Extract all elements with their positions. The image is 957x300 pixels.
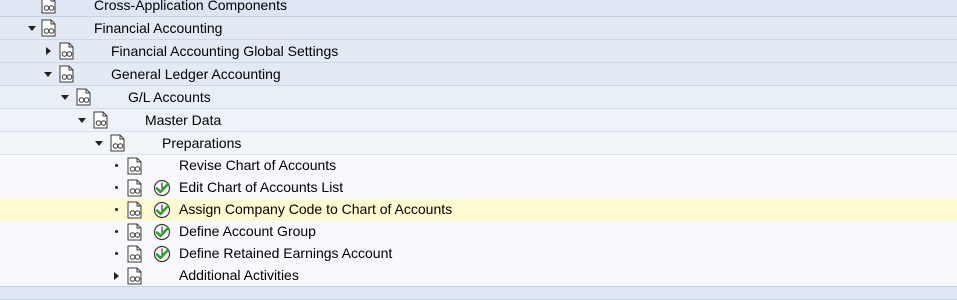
document-icon [109, 134, 127, 152]
document-icon[interactable] [126, 157, 144, 175]
document-icon [58, 42, 76, 60]
document-icon [58, 65, 76, 83]
tree-node-label: Assign Company Code to Chart of Accounts [179, 201, 453, 217]
expand-arrow-icon[interactable] [43, 40, 53, 62]
document-icon[interactable] [126, 223, 144, 241]
document-icon[interactable] [126, 201, 144, 219]
document-icon [40, 0, 58, 14]
tree-node-additional-activities[interactable]: Additional Activities [0, 265, 957, 287]
tree-node-define-account-group[interactable]: Define Account Group [0, 221, 957, 243]
tree-node-financial-accounting[interactable]: Financial Accounting [0, 17, 957, 40]
document-icon[interactable] [126, 245, 144, 263]
document-icon[interactable] [126, 179, 144, 197]
collapse-arrow-icon[interactable] [60, 86, 70, 108]
tree-node-edit-chart-list[interactable]: Edit Chart of Accounts List [0, 177, 957, 199]
tree-node-preparations[interactable]: Preparations [0, 132, 957, 155]
tree-node-next-partial [0, 287, 957, 300]
tree-node-gl-accounts[interactable]: G/L Accounts [0, 86, 957, 109]
tree-node-label: Master Data [145, 112, 222, 128]
document-icon [75, 88, 93, 106]
tree-node-label: Financial Accounting Global Settings [111, 43, 339, 59]
img-structure-tree: Cross-Application Components Financial A… [0, 0, 957, 300]
tree-node-define-retained-earnings[interactable]: Define Retained Earnings Account [0, 243, 957, 265]
bullet-icon [111, 177, 121, 198]
tree-node-revise-chart[interactable]: Revise Chart of Accounts [0, 155, 957, 177]
collapse-arrow-icon[interactable] [43, 63, 53, 85]
tree-node-general-ledger[interactable]: General Ledger Accounting [0, 63, 957, 86]
tree-node-label: Define Account Group [179, 223, 316, 239]
execute-clock-icon[interactable] [153, 179, 171, 197]
execute-clock-icon[interactable] [153, 223, 171, 241]
execute-clock-icon[interactable] [153, 201, 171, 219]
tree-node-cross-application[interactable]: Cross-Application Components [0, 0, 957, 17]
execute-clock-icon[interactable] [153, 245, 171, 263]
tree-node-label: Edit Chart of Accounts List [179, 179, 344, 195]
tree-node-label: G/L Accounts [128, 89, 211, 105]
document-icon [92, 111, 110, 129]
tree-node-assign-company-code[interactable]: Assign Company Code to Chart of Accounts [0, 199, 957, 221]
collapse-arrow-icon[interactable] [77, 109, 87, 131]
bullet-icon [111, 243, 121, 264]
tree-node-fa-global-settings[interactable]: Financial Accounting Global Settings [0, 40, 957, 63]
tree-node-label: Define Retained Earnings Account [179, 245, 393, 261]
tree-node-label: Cross-Application Components [94, 0, 287, 13]
document-icon [126, 267, 144, 285]
collapse-arrow-icon[interactable] [27, 17, 37, 39]
bullet-icon [111, 155, 121, 176]
bullet-icon [111, 199, 121, 220]
tree-node-master-data[interactable]: Master Data [0, 109, 957, 132]
collapse-arrow-icon[interactable] [94, 132, 104, 154]
tree-node-label: Financial Accounting [94, 20, 223, 36]
document-icon [40, 19, 58, 37]
tree-node-label: General Ledger Accounting [111, 66, 281, 82]
bullet-icon [111, 221, 121, 242]
tree-node-label: Revise Chart of Accounts [179, 157, 337, 173]
tree-node-label: Preparations [162, 135, 242, 151]
